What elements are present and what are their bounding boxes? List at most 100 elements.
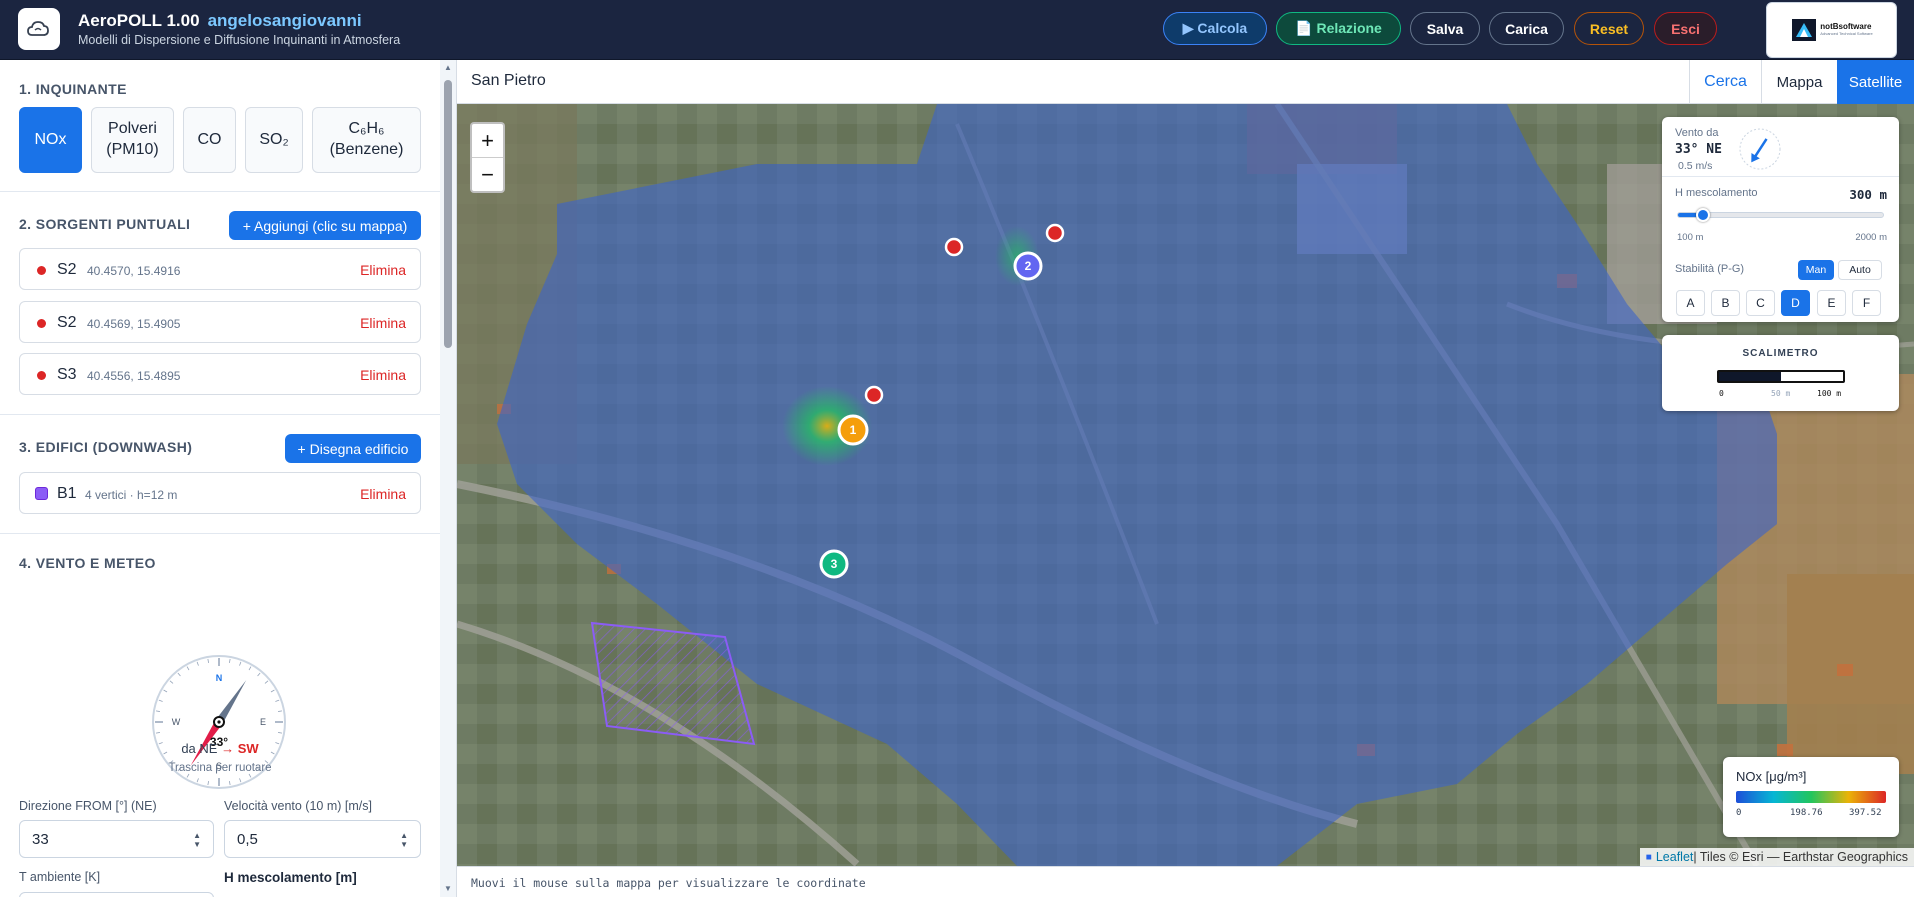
source-name: S2 xyxy=(57,314,77,331)
source-marker-1[interactable]: 1 xyxy=(837,414,869,446)
marker-label: 1 xyxy=(850,423,857,437)
source-dot-marker[interactable] xyxy=(944,237,964,257)
delete-source-button[interactable]: Elimina xyxy=(360,315,406,331)
source-dot-icon xyxy=(37,319,46,328)
divider xyxy=(1662,176,1899,177)
hmix-slider-thumb[interactable] xyxy=(1695,208,1710,222)
pollutant-benzene-button[interactable]: C₆H₆ (Benzene) xyxy=(312,107,421,173)
map-tab[interactable]: Mappa xyxy=(1761,60,1837,104)
legend-max: 397.52 xyxy=(1849,808,1882,818)
leaflet-link[interactable]: Leaflet xyxy=(1656,850,1694,864)
stability-label: Stabilità (P-G) xyxy=(1675,263,1745,275)
pollutant-nox-button[interactable]: NOx xyxy=(19,107,82,173)
source-name: S2 xyxy=(57,261,77,278)
stability-class-d[interactable]: D xyxy=(1781,290,1810,316)
marker-label: 2 xyxy=(1025,259,1032,273)
sidebar: 1. INQUINANTE NOx Polveri (PM10) CO SO₂ … xyxy=(0,60,457,897)
delete-source-button[interactable]: Elimina xyxy=(360,367,406,383)
map-area[interactable]: San Pietro Cerca Mappa Satellite 1 2 3 +… xyxy=(457,60,1914,897)
speed-label: Velocità vento (10 m) [m/s] xyxy=(224,799,372,813)
calcola-button[interactable]: ▶ Calcola xyxy=(1163,12,1267,45)
direction-input[interactable]: 33 ▲ ▼ xyxy=(19,820,214,858)
source-dot-marker[interactable] xyxy=(1045,223,1065,243)
sidebar-scroll-thumb[interactable] xyxy=(444,80,452,348)
scale-label-50: 50 m xyxy=(1771,389,1791,398)
direction-label: Direzione FROM [°] (NE) xyxy=(19,799,157,813)
tamb-input[interactable] xyxy=(19,892,214,897)
source-row[interactable]: S2 40.4569, 15.4905 Elimina xyxy=(19,301,421,343)
stability-class-b[interactable]: B xyxy=(1711,290,1740,316)
wind-direction-text: da NE → SW xyxy=(0,741,440,756)
stability-class-f[interactable]: F xyxy=(1852,290,1881,316)
scale-label-100: 100 m xyxy=(1817,389,1842,398)
source-row[interactable]: S3 40.4556, 15.4895 Elimina xyxy=(19,353,421,395)
wind-speed-value: 0.5 m/s xyxy=(1678,160,1713,172)
scale-panel: SCALIMETRO 0 50 m 100 m xyxy=(1662,335,1899,411)
stability-auto-toggle[interactable]: Auto xyxy=(1838,260,1882,280)
hmix-panel-value: 300 m xyxy=(1849,187,1887,202)
speed-input[interactable]: 0,5 ▲ ▼ xyxy=(224,820,421,858)
brand-tagline: Advanced Technical Software xyxy=(1820,31,1873,37)
tamb-label: T ambiente [K] xyxy=(19,870,101,884)
scale-label-0: 0 xyxy=(1719,389,1724,398)
zoom-control: + − xyxy=(470,122,505,193)
salva-button[interactable]: Salva xyxy=(1410,12,1480,45)
ukraine-flag-icon: ■ xyxy=(1645,851,1652,863)
zoom-out-button[interactable]: − xyxy=(472,158,503,192)
coordinate-bar: Muovi il mouse sulla mappa per visualizz… xyxy=(457,866,1914,897)
building-row[interactable]: B1 4 vertici · h=12 m Elimina xyxy=(19,472,421,514)
building-swatch-icon xyxy=(35,487,48,500)
stability-class-c[interactable]: C xyxy=(1746,290,1775,316)
source-row[interactable]: S2 40.4570, 15.4916 Elimina xyxy=(19,248,421,290)
compass-hint: Trascina per ruotare xyxy=(168,762,272,774)
delete-building-button[interactable]: Elimina xyxy=(360,486,406,502)
stepper-icon[interactable]: ▲ ▼ xyxy=(400,831,408,849)
source-dot-marker[interactable] xyxy=(864,385,884,405)
brand-name: notBsoftware xyxy=(1820,22,1872,32)
pollutant-co-button[interactable]: CO xyxy=(183,107,236,173)
dir-from: da NE xyxy=(181,741,218,756)
scroll-down-icon[interactable]: ▼ xyxy=(444,884,452,893)
source-marker-3[interactable]: 3 xyxy=(819,549,849,579)
source-coords: 40.4569, 15.4905 xyxy=(87,317,181,331)
divider xyxy=(0,191,440,192)
search-tab[interactable]: Cerca xyxy=(1689,60,1761,104)
legend-mid: 198.76 xyxy=(1790,808,1823,818)
delete-source-button[interactable]: Elimina xyxy=(360,262,406,278)
hmix-slider[interactable] xyxy=(1677,208,1884,222)
source-coords: 40.4570, 15.4916 xyxy=(87,264,181,278)
carica-button[interactable]: Carica xyxy=(1489,12,1564,45)
stability-manual-toggle[interactable]: Man xyxy=(1798,260,1834,280)
esci-button[interactable]: Esci xyxy=(1654,12,1717,45)
slider-max-label: 2000 m xyxy=(1855,232,1887,243)
scale-bar xyxy=(1717,370,1845,383)
wind-direction-value: 33° NE xyxy=(1675,142,1722,157)
app-name: AeroPOLL 1.00 xyxy=(78,11,200,30)
source-marker-2[interactable]: 2 xyxy=(1013,251,1043,281)
map-attribution: ■ Leaflet | Tiles © Esri — Earthstar Geog… xyxy=(1639,848,1914,866)
pollutant-pm10-button[interactable]: Polveri (PM10) xyxy=(91,107,174,173)
section-title-edifici: 3. EDIFICI (DOWNWASH) xyxy=(19,439,193,455)
relazione-button[interactable]: 📄 Relazione xyxy=(1276,12,1401,45)
compass-east-label: E xyxy=(260,717,266,727)
scroll-up-icon[interactable]: ▲ xyxy=(444,63,452,72)
stepper-icon[interactable]: ▲ ▼ xyxy=(193,831,201,849)
app-header: AeroPOLL 1.00 angelosangiovanni Modelli d… xyxy=(0,0,1914,60)
stability-class-a[interactable]: A xyxy=(1676,290,1705,316)
satellite-tab[interactable]: Satellite xyxy=(1837,60,1914,104)
brand-logo: notBsoftware Advanced Technical Software xyxy=(1766,2,1897,58)
pollutant-so2-button[interactable]: SO₂ xyxy=(245,107,303,173)
place-name: San Pietro xyxy=(471,72,546,89)
add-source-button[interactable]: + Aggiungi (clic su mappa) xyxy=(229,211,421,240)
wind-from-label: Vento da xyxy=(1675,127,1719,139)
divider xyxy=(0,414,440,415)
draw-building-button[interactable]: + Disegna edificio xyxy=(285,434,421,463)
zoom-in-button[interactable]: + xyxy=(472,124,503,158)
app-subtitle: Modelli di Dispersione e Diffusione Inqu… xyxy=(78,33,401,47)
stability-class-e[interactable]: E xyxy=(1817,290,1846,316)
reset-button[interactable]: Reset xyxy=(1574,12,1644,45)
legend-min: 0 xyxy=(1736,808,1742,818)
section-title-vento: 4. VENTO E METEO xyxy=(19,555,156,571)
building-info: 4 vertici · h=12 m xyxy=(85,488,178,502)
user-name[interactable]: angelosangiovanni xyxy=(208,11,362,30)
